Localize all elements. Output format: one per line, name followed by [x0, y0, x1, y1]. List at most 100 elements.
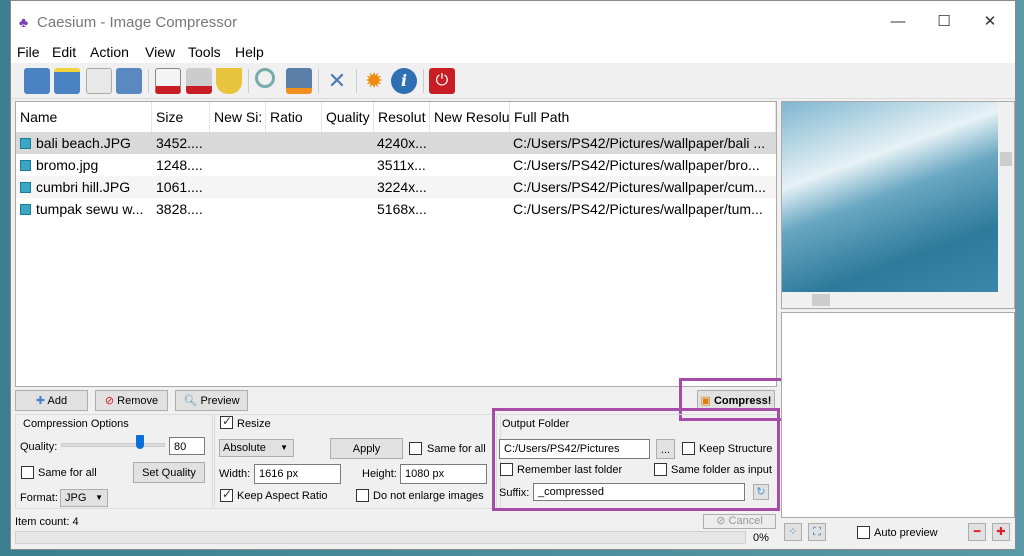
same-for-all-quality-checkbox[interactable]: [21, 466, 34, 479]
preview-icon[interactable]: [255, 68, 275, 88]
cell-name: cumbri hill.JPG: [36, 179, 131, 195]
clear-list-icon[interactable]: [186, 68, 212, 94]
add-label: Add: [47, 395, 68, 407]
chevron-down-icon: ▼: [95, 493, 103, 502]
minimize-button[interactable]: —: [875, 9, 921, 35]
do-not-enlarge-checkbox[interactable]: [356, 489, 369, 502]
update-icon[interactable]: ✹: [361, 68, 387, 94]
save-as-icon[interactable]: [116, 68, 142, 94]
zoom-fit-icon[interactable]: ⁘: [784, 523, 802, 541]
quality-slider[interactable]: [61, 443, 165, 447]
toolbar-separator: [318, 69, 319, 93]
preview-button[interactable]: 🔍︎ Preview: [175, 390, 248, 411]
column-header-size[interactable]: Size: [152, 102, 210, 132]
info-icon[interactable]: i: [391, 68, 417, 94]
cell-resolution: 3224x...: [377, 179, 427, 195]
cell-path: C:/Users/PS42/Pictures/wallpaper/bro...: [513, 157, 760, 173]
zoom-in-icon[interactable]: ✚: [992, 523, 1010, 541]
table-row[interactable]: bromo.jpg 1248.... 3511x... C:/Users/PS4…: [16, 154, 776, 176]
format-label: Format:: [20, 492, 58, 504]
menu-bar: File Edit Action View Tools Help: [11, 41, 1015, 63]
toolbar-separator: [356, 69, 357, 93]
table-row[interactable]: tumpak sewu w... 3828.... 5168x... C:/Us…: [16, 198, 776, 220]
column-header-resolution[interactable]: Resolut: [374, 102, 430, 132]
menu-view[interactable]: View: [145, 44, 175, 60]
auto-preview-label: Auto preview: [874, 527, 938, 539]
image-file-icon: [20, 182, 31, 193]
cell-path: C:/Users/PS42/Pictures/wallpaper/cum...: [513, 179, 766, 195]
maximize-button[interactable]: ☐: [921, 9, 967, 35]
cell-size: 3828....: [156, 201, 203, 217]
column-header-full-path[interactable]: Full Path: [510, 102, 776, 132]
column-header-new-resolution[interactable]: New Resolu: [430, 102, 510, 132]
preview-label: Preview: [200, 395, 240, 407]
apply-button[interactable]: Apply: [330, 438, 403, 459]
quality-label: Quality:: [20, 441, 58, 453]
resize-mode-dropdown[interactable]: Absolute ▼: [219, 439, 294, 457]
menu-edit[interactable]: Edit: [52, 44, 76, 60]
column-header-quality[interactable]: Quality: [322, 102, 374, 132]
menu-file[interactable]: File: [17, 44, 40, 60]
height-spinbox[interactable]: 1080 px: [400, 464, 487, 484]
resize-label: Resize: [237, 418, 271, 430]
toolbar-separator: [148, 69, 149, 93]
zoom-out-icon[interactable]: ━: [968, 523, 986, 541]
cell-name: bromo.jpg: [36, 157, 99, 173]
menu-action[interactable]: Action: [90, 44, 129, 60]
add-button[interactable]: ✚ Add: [15, 390, 88, 411]
progress-percent: 0%: [753, 532, 769, 544]
progress-bar: [15, 531, 746, 544]
same-for-all-resize-label: Same for all: [427, 443, 486, 455]
zoom-actual-icon[interactable]: ⛶: [808, 523, 826, 541]
exit-icon[interactable]: ⏻: [429, 68, 455, 94]
window-title: Caesium - Image Compressor: [37, 14, 238, 31]
quality-spinbox[interactable]: 80: [169, 437, 205, 455]
set-quality-button[interactable]: Set Quality: [133, 462, 205, 483]
column-header-ratio[interactable]: Ratio: [266, 102, 322, 132]
cell-resolution: 3511x...: [377, 157, 426, 173]
item-count: Item count: 4: [15, 516, 79, 528]
menu-help[interactable]: Help: [235, 44, 264, 60]
toolbar-separator: [248, 69, 249, 93]
table-row[interactable]: bali beach.JPG 3452.... 4240x... C:/User…: [16, 132, 776, 154]
magnifier-icon: 🔍︎: [183, 395, 201, 407]
keep-aspect-ratio-label: Keep Aspect Ratio: [237, 490, 328, 502]
cancel-button[interactable]: ⊘ Cancel: [703, 514, 776, 529]
format-dropdown[interactable]: JPG ▼: [60, 489, 108, 507]
quality-slider-handle[interactable]: [136, 435, 144, 449]
clean-icon[interactable]: [216, 68, 242, 94]
auto-preview-checkbox[interactable]: [857, 526, 870, 539]
keep-aspect-ratio-checkbox[interactable]: [220, 487, 233, 502]
cell-name: tumpak sewu w...: [36, 201, 144, 217]
table-row[interactable]: cumbri hill.JPG 1061.... 3224x... C:/Use…: [16, 176, 776, 198]
resize-mode-value: Absolute: [223, 442, 266, 454]
horizontal-scrollbar[interactable]: [782, 292, 1014, 308]
image-list-table: Name Size New Si: Ratio Quality Resolut …: [15, 101, 777, 387]
cell-path: C:/Users/PS42/Pictures/wallpaper/tum...: [513, 201, 763, 217]
resize-checkbox[interactable]: [220, 414, 233, 429]
width-spinbox[interactable]: 1616 px: [254, 464, 341, 484]
compress-image-icon[interactable]: [286, 68, 312, 94]
app-logo-icon: ♣: [19, 14, 29, 30]
close-button[interactable]: ✕: [967, 9, 1013, 35]
cell-resolution: 4240x...: [377, 135, 427, 151]
no-entry-icon: ⊘: [104, 395, 118, 407]
menu-tools[interactable]: Tools: [188, 44, 221, 60]
remove-button[interactable]: ⊘ Remove: [95, 390, 168, 411]
column-header-new-size[interactable]: New Si:: [210, 102, 266, 132]
column-header-name[interactable]: Name: [16, 102, 152, 132]
remove-label: Remove: [117, 395, 159, 407]
image-file-icon: [20, 204, 31, 215]
cancel-icon: ⊘: [716, 515, 729, 527]
image-file-icon: [20, 160, 31, 171]
same-for-all-resize-checkbox[interactable]: [409, 442, 422, 455]
toolbar: ✕ ✹ i ⏻: [11, 63, 1015, 99]
remove-item-icon[interactable]: [155, 68, 181, 94]
add-folder-icon[interactable]: [54, 68, 80, 94]
save-icon[interactable]: [86, 68, 112, 94]
format-value: JPG: [65, 492, 87, 504]
open-files-icon[interactable]: [24, 68, 50, 94]
vertical-scrollbar[interactable]: [998, 102, 1014, 292]
settings-icon[interactable]: ✕: [324, 68, 350, 94]
original-image-preview: [781, 101, 1015, 309]
